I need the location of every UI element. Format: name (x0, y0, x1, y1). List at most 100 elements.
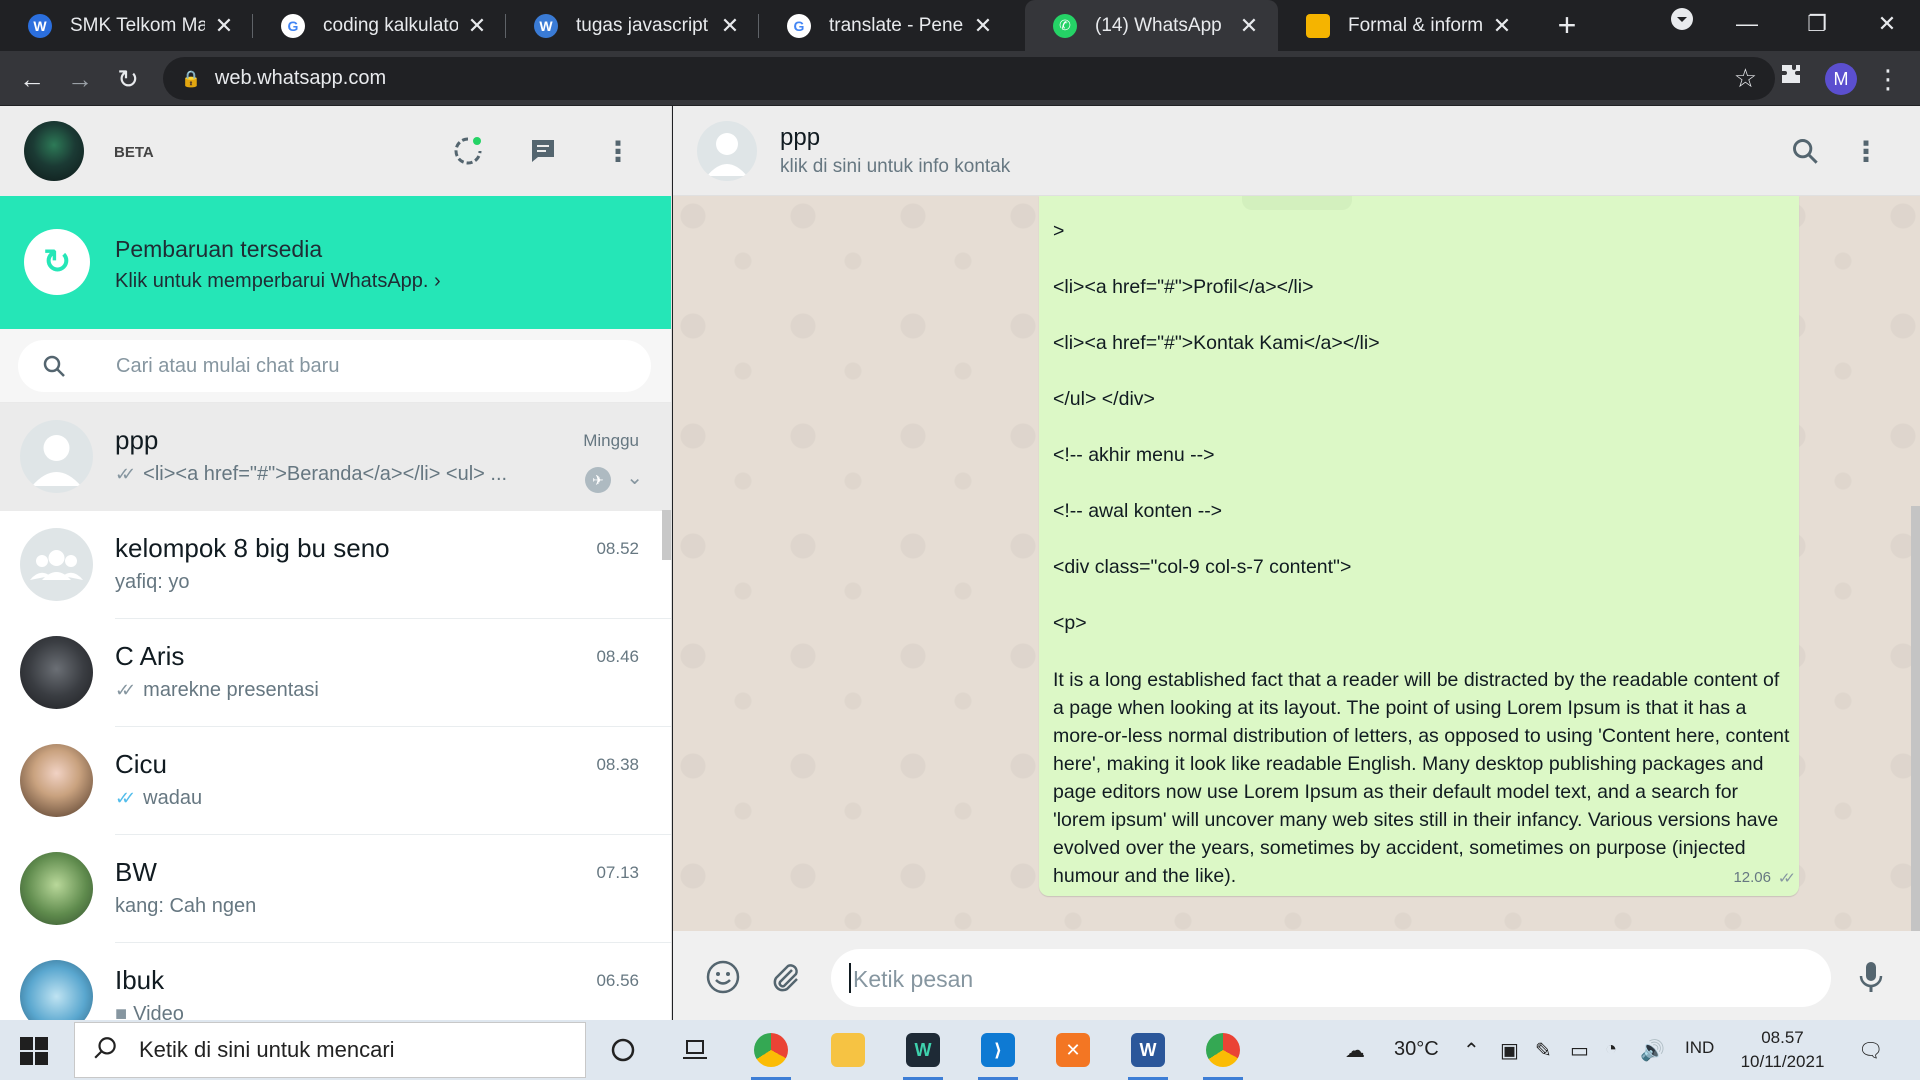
chat-preview: yafiq: yo (115, 571, 190, 593)
vscode-icon[interactable]: ⟩ (975, 1027, 1021, 1080)
conversation-header[interactable]: ppp klik di sini untuk info kontak ⋮ (673, 106, 1920, 196)
double-check-icon: ✓✓ (115, 680, 136, 700)
chat-preview: ■ Video (115, 1003, 561, 1020)
chat-sidebar: BETA ⋮ ↻ Pembaruan tersedia Klik untuk m… (0, 106, 672, 1020)
scrollbar-thumb[interactable] (662, 510, 671, 560)
avatar (20, 852, 93, 925)
bookmark-star-icon[interactable]: ☆ (1734, 63, 1757, 94)
contact-avatar[interactable] (697, 121, 757, 181)
notification-icon[interactable]: 🗨 (1858, 1038, 1883, 1063)
address-bar[interactable]: 🔒 web.whatsapp.com ☆ (163, 57, 1775, 100)
chat-preview: ✓✓ marekne presentasi (115, 679, 319, 701)
tab-close-icon[interactable]: ✕ (466, 13, 488, 39)
tab-title: Formal & informal i (1348, 14, 1483, 36)
message-input[interactable]: Ketik pesan (831, 949, 1831, 1007)
search-icon (93, 1035, 119, 1066)
chat-name: Cicu (115, 749, 168, 779)
update-subtitle: Klik untuk memperbarui WhatsApp. › (115, 270, 441, 292)
chrome-menu-icon[interactable]: ⋮ (1870, 61, 1906, 97)
tab-close-icon[interactable]: ✕ (213, 13, 235, 39)
tab-close-icon[interactable]: ✕ (972, 13, 994, 39)
slides-icon (1306, 13, 1330, 38)
minimize-icon[interactable]: — (1725, 6, 1769, 42)
menu-icon[interactable]: ⋮ (1848, 133, 1884, 169)
double-check-blue-icon: ✓✓ (115, 788, 136, 808)
restore-icon[interactable]: ❐ (1795, 6, 1839, 42)
update-banner[interactable]: ↻ Pembaruan tersedia Klik untuk memperba… (0, 196, 671, 329)
xampp-icon[interactable]: ✕ (1050, 1027, 1096, 1073)
avatar (20, 420, 93, 493)
chat-item-ibuk[interactable]: Ibuk 06.56 ■ Video (0, 943, 671, 1020)
windows-start-icon[interactable] (20, 1037, 48, 1065)
clock[interactable]: 08.57 10/11/2021 (1735, 1026, 1830, 1074)
chrome-profile-icon[interactable] (748, 1027, 794, 1080)
microphone-icon[interactable] (1851, 957, 1891, 997)
meet-now-icon[interactable]: ▣ (1500, 1038, 1519, 1063)
chat-item-bw[interactable]: BW 07.13 kang: Cah ngen (0, 835, 671, 943)
chat-name: Ibuk (115, 965, 165, 995)
taskbar-search-input[interactable]: Ketik di sini untuk mencari (74, 1022, 586, 1078)
menu-icon[interactable]: ⋮ (600, 133, 636, 169)
tab-close-icon[interactable]: ✕ (1238, 13, 1260, 39)
status-icon[interactable] (450, 133, 486, 169)
weather-icon[interactable]: ☁ (1345, 1038, 1365, 1063)
extensions-icon[interactable] (1773, 61, 1809, 97)
chat-list: ppp Minggu ✓✓ <li><a href="#">Beranda</a>… (0, 403, 671, 1020)
my-profile-avatar[interactable] (24, 121, 84, 181)
chevron-down-icon[interactable]: ⌄ (626, 465, 643, 490)
chat-item-kelompok[interactable]: kelompok 8 big bu seno 08.52 yafiq: yo (0, 511, 671, 619)
message-time: 12.06 (1733, 869, 1771, 886)
browser-tab[interactable]: Formal & informal i ✕ (1278, 0, 1531, 51)
language-indicator[interactable]: IND (1685, 1038, 1714, 1058)
pen-icon[interactable]: ✎ (1535, 1038, 1552, 1063)
battery-icon[interactable]: ▭ (1570, 1038, 1589, 1063)
profile-avatar[interactable]: M (1825, 63, 1857, 95)
message-line: > (1053, 220, 1065, 242)
search-icon[interactable] (1787, 133, 1823, 169)
chat-item-c-aris[interactable]: C Aris 08.46 ✓✓ marekne presentasi (0, 619, 671, 727)
update-title: Pembaruan tersedia (115, 236, 323, 262)
chat-time: 08.52 (596, 539, 639, 558)
new-tab-button[interactable]: + (1550, 8, 1584, 42)
tab-title: translate - Penelusu (829, 14, 964, 36)
tab-search-icon[interactable] (1660, 6, 1704, 42)
double-check-icon: ✓✓ (115, 464, 136, 484)
chat-preview: ✓✓ wadau (115, 787, 203, 809)
browser-tab[interactable]: G translate - Penelusu ✕ (759, 0, 1012, 51)
task-view-icon[interactable] (672, 1027, 718, 1073)
outgoing-message[interactable]: > <li><a href="#">Profil</a></li> <li><a… (1039, 196, 1799, 896)
forward-icon[interactable]: → (62, 61, 98, 97)
browser-tab[interactable]: G coding kalkulator ja ✕ (253, 0, 506, 51)
attach-icon[interactable] (765, 957, 805, 997)
webex-icon[interactable]: W (900, 1027, 946, 1080)
emoji-icon[interactable] (703, 957, 743, 997)
cortana-icon[interactable] (600, 1027, 646, 1073)
back-icon[interactable]: ← (14, 61, 50, 97)
contact-name: ppp (780, 124, 821, 151)
clock-date: 10/11/2021 (1740, 1052, 1825, 1071)
message-line: </ul> </div> (1053, 388, 1155, 410)
chrome-icon[interactable] (1200, 1027, 1246, 1080)
network-icon[interactable]: ◔ (1605, 1038, 1617, 1061)
tab-title: coding kalkulator ja (323, 14, 458, 36)
chevron-up-icon[interactable]: ⌃ (1463, 1038, 1480, 1063)
beta-label: BETA (114, 144, 154, 161)
file-explorer-icon[interactable] (825, 1027, 871, 1073)
close-window-icon[interactable]: ✕ (1865, 6, 1909, 42)
volume-icon[interactable]: 🔊 (1640, 1038, 1665, 1063)
weather-temperature[interactable]: 30°C (1394, 1038, 1439, 1061)
tab-close-icon[interactable]: ✕ (719, 13, 741, 39)
message-paragraph: It is a long established fact that a rea… (1053, 669, 1790, 887)
new-chat-icon[interactable] (525, 133, 561, 169)
chat-item-ppp[interactable]: ppp Minggu ✓✓ <li><a href="#">Beranda</a>… (0, 403, 671, 511)
refresh-icon: ↻ (24, 229, 90, 295)
reload-icon[interactable]: ↻ (110, 61, 146, 97)
browser-tab[interactable]: W SMK Telkom Malang ✕ (0, 0, 253, 51)
browser-tab[interactable]: W tugas javascript | Kit ✕ (506, 0, 759, 51)
double-check-icon: ✓✓ (1777, 870, 1796, 887)
tab-close-icon[interactable]: ✕ (1491, 13, 1513, 39)
search-input[interactable]: Cari atau mulai chat baru (18, 340, 651, 392)
word-icon[interactable]: W (1125, 1027, 1171, 1080)
chat-item-cicu[interactable]: Cicu 08.38 ✓✓ wadau (0, 727, 671, 835)
browser-tab-active[interactable]: ✆ (14) WhatsApp ✕ (1025, 0, 1278, 51)
